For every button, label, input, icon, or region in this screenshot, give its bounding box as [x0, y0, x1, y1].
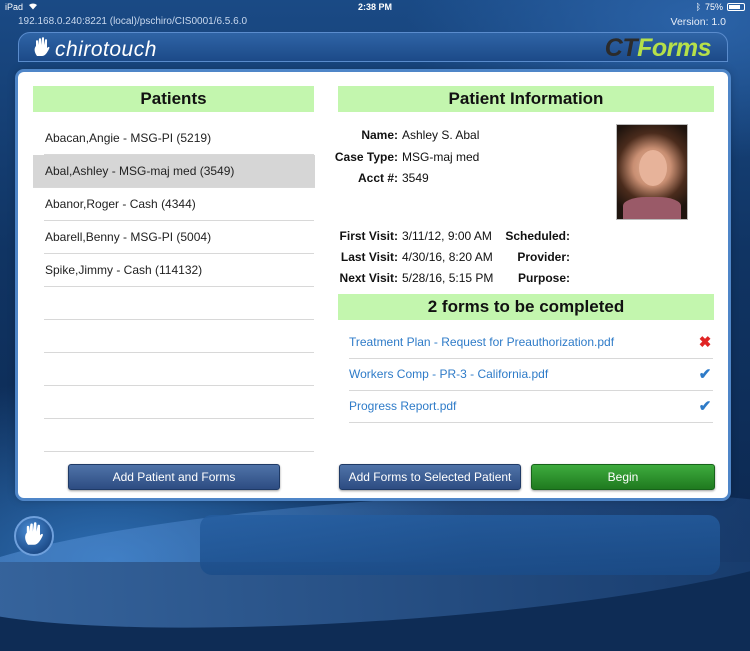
- patient-row[interactable]: [44, 386, 314, 419]
- bluetooth-icon: ᛒ: [695, 2, 701, 12]
- form-row-label: Progress Report.pdf: [349, 399, 457, 413]
- purpose-label: Purpose:: [517, 271, 570, 285]
- first-visit: 3/11/12, 9:00 AM: [402, 229, 492, 243]
- connection-info: 192.168.0.240:8221 (local)/pschiro/CIS00…: [18, 16, 738, 28]
- patient-row[interactable]: Abarell,Benny - MSG-PI (5004): [44, 221, 314, 254]
- begin-button[interactable]: Begin: [531, 464, 715, 490]
- battery-percent: 75%: [704, 2, 723, 12]
- patient-photo: [616, 124, 688, 220]
- add-forms-button-label: Add Forms to Selected Patient: [348, 470, 512, 484]
- form-row[interactable]: Treatment Plan - Request for Preauthoriz…: [349, 326, 713, 359]
- forms-header: 2 forms to be completed: [338, 294, 714, 320]
- hand-logo-icon: [33, 37, 51, 63]
- name-label: Name:: [361, 128, 398, 142]
- patient-row[interactable]: Abal,Ashley - MSG-maj med (3549): [33, 155, 315, 188]
- incomplete-x-icon: ✖: [698, 334, 712, 351]
- provider-label: Provider:: [517, 250, 570, 264]
- patient-list: Abacan,Angie - MSG-PI (5219) Abal,Ashley …: [33, 122, 315, 452]
- acct-number: 3549: [402, 171, 429, 185]
- patient-row-label: Abanor,Roger - Cash (4344): [45, 197, 196, 211]
- next-visit: 5/28/16, 5:15 PM: [402, 271, 494, 285]
- patient-photo-face: [639, 150, 667, 186]
- chirotouch-wordmark: chirotouch: [55, 38, 157, 61]
- last-visit: 4/30/16, 8:20 AM: [402, 250, 493, 264]
- next-visit-label: Next Visit:: [339, 271, 398, 285]
- add-patient-button[interactable]: Add Patient and Forms: [68, 464, 280, 490]
- status-bar: iPad 2:38 PM ᛒ 75%: [0, 0, 750, 14]
- form-row[interactable]: Workers Comp - PR-3 - California.pdf ✔: [349, 358, 713, 391]
- hand-icon: [23, 521, 45, 551]
- app-version: Version: 1.0: [670, 16, 726, 28]
- server-url: 192.168.0.240:8221 (local)/pschiro/CIS00…: [18, 16, 248, 27]
- patient-row-label: Abal,Ashley - MSG-maj med (3549): [45, 164, 235, 178]
- last-visit-label: Last Visit:: [340, 250, 398, 264]
- form-row-label: Treatment Plan - Request for Preauthoriz…: [349, 335, 615, 349]
- acct-label: Acct #:: [357, 171, 398, 185]
- chirotouch-logo: chirotouch: [33, 37, 157, 63]
- patient-name: Ashley S. Abal: [402, 128, 480, 142]
- patient-row-label: Abacan,Angie - MSG-PI (5219): [45, 131, 212, 145]
- patient-info-header: Patient Information: [338, 86, 714, 112]
- patient-row[interactable]: Abacan,Angie - MSG-PI (5219): [44, 122, 314, 155]
- ctforms-forms: Forms: [637, 34, 711, 62]
- scheduled-label: Scheduled:: [505, 229, 570, 243]
- patient-row[interactable]: [44, 287, 314, 320]
- form-row[interactable]: Progress Report.pdf ✔: [349, 390, 713, 423]
- chirotouch-home-button[interactable]: [14, 516, 54, 556]
- patient-row[interactable]: [44, 419, 314, 452]
- forms-title: 2 forms to be completed: [427, 297, 625, 316]
- patient-row[interactable]: Abanor,Roger - Cash (4344): [44, 188, 314, 221]
- ctforms-ct: CT: [604, 34, 638, 62]
- patient-photo-shirt: [623, 197, 681, 219]
- patient-info-title: Patient Information: [448, 89, 604, 108]
- case-type: MSG-maj med: [402, 150, 480, 164]
- add-forms-button[interactable]: Add Forms to Selected Patient: [339, 464, 521, 490]
- main-panel: Patients Abacan,Angie - MSG-PI (5219) Aba…: [18, 72, 728, 498]
- form-row-label: Workers Comp - PR-3 - California.pdf: [349, 367, 549, 381]
- case-type-label: Case Type:: [334, 150, 398, 164]
- begin-button-label: Begin: [607, 470, 639, 484]
- patients-title: Patients: [140, 89, 207, 108]
- completed-check-icon: ✔: [698, 366, 712, 383]
- app-header: chirotouch CTForms: [18, 32, 728, 62]
- patient-row-label: Abarell,Benny - MSG-PI (5004): [45, 230, 212, 244]
- battery-icon: [727, 3, 745, 11]
- patient-row-label: Spike,Jimmy - Cash (114132): [45, 263, 203, 277]
- completed-check-icon: ✔: [698, 398, 712, 415]
- ctforms-logo: CTForms: [604, 34, 712, 63]
- add-patient-button-label: Add Patient and Forms: [112, 470, 236, 484]
- clock: 2:38 PM: [357, 2, 392, 12]
- patient-row[interactable]: Spike,Jimmy - Cash (114132): [44, 254, 314, 287]
- background-bar: [200, 515, 720, 575]
- patient-row[interactable]: [44, 320, 314, 353]
- first-visit-label: First Visit:: [339, 229, 398, 243]
- patients-header: Patients: [33, 86, 314, 112]
- patient-row[interactable]: [44, 353, 314, 386]
